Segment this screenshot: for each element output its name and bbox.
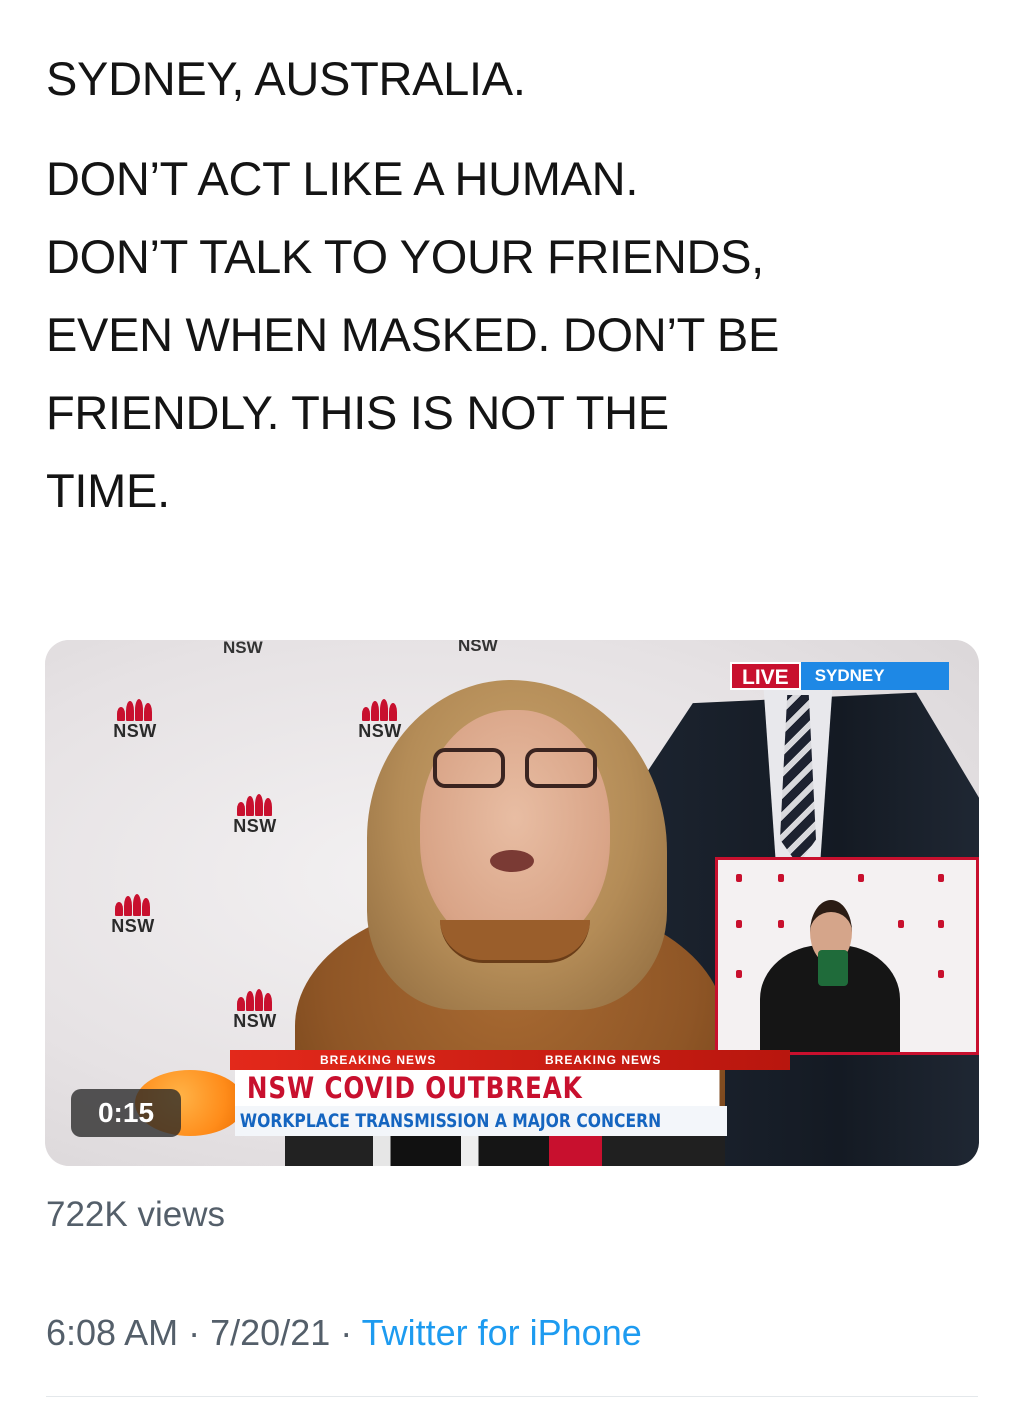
nsw-logo-text: NSW	[233, 1011, 277, 1031]
live-label: LIVE	[730, 662, 801, 690]
tweet-line: DON’T ACT LIKE A HUMAN.	[46, 152, 639, 205]
speaker-collar	[440, 920, 590, 963]
breaking-news-strip: BREAKING NEWS BREAKING NEWS	[230, 1050, 790, 1070]
nsw-logo-text: NSW	[458, 640, 498, 655]
breaking-news-label: BREAKING NEWS	[320, 1053, 437, 1067]
news-subheadline: WORKPLACE TRANSMISSION A MAJOR CONCERN	[235, 1106, 727, 1136]
tweet-line: TIME.	[46, 464, 170, 517]
tweet-source-link[interactable]: Twitter for iPhone	[362, 1312, 642, 1353]
tweet-line: EVEN WHEN MASKED. DON’T BE	[46, 308, 780, 361]
tweet-line: FRIENDLY. THIS IS NOT THE	[46, 386, 669, 439]
video-duration: 0:15	[71, 1089, 181, 1137]
separator: ·	[340, 1312, 353, 1353]
news-headline: NSW COVID OUTBREAK	[235, 1070, 720, 1106]
nsw-logo: NSW	[210, 985, 300, 1032]
nsw-logo: NSW	[210, 790, 300, 837]
nsw-logo: NSW	[90, 695, 180, 742]
separator: ·	[188, 1312, 201, 1353]
speaker-glasses	[433, 748, 603, 792]
breaking-news-label: BREAKING NEWS	[545, 1053, 662, 1067]
tweet-date[interactable]: 7/20/21	[210, 1312, 330, 1353]
location-label: SYDNEY	[800, 662, 949, 690]
speaker-mouth	[490, 850, 534, 872]
view-count: 722K views	[46, 1195, 225, 1234]
tweet-text: SYDNEY, AUSTRALIA. DON’T ACT LIKE A HUMA…	[46, 40, 996, 530]
tweet-line-location: SYDNEY, AUSTRALIA.	[46, 52, 526, 105]
sign-language-inset	[715, 857, 979, 1055]
live-badge: LIVE SYDNEY	[730, 662, 949, 690]
microphones	[285, 1136, 725, 1166]
nsw-logo-text: NSW	[111, 916, 155, 936]
tweet-line: DON’T TALK TO YOUR FRIENDS,	[46, 230, 764, 283]
nsw-logo-text: NSW	[113, 721, 157, 741]
speaker-face	[420, 710, 610, 950]
nsw-logo-text: NSW	[233, 816, 277, 836]
signer-scarf	[818, 950, 848, 986]
nsw-logo-text: NSW	[223, 640, 263, 657]
tweet-meta: 6:08 AM · 7/20/21 · Twitter for iPhone	[46, 1312, 642, 1354]
video-player[interactable]: NSW NSW NSW NSW NSW NSW NSW LIVE SYDNEY …	[45, 640, 979, 1166]
nsw-logo: NSW	[88, 890, 178, 937]
divider	[46, 1396, 978, 1397]
tweet-time: 6:08 AM	[46, 1312, 179, 1353]
